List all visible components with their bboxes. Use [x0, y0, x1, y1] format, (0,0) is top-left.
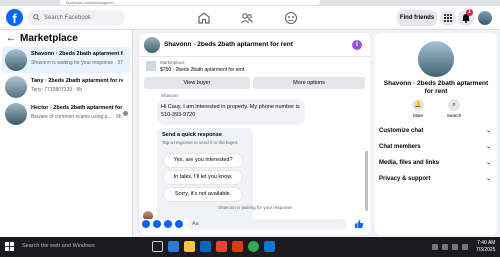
top-navigation: f Search Facebook Find friends 1: [0, 6, 500, 30]
tray-icon[interactable]: [432, 244, 438, 250]
address-bar[interactable]: facebook.com/messages/t/...: [60, 0, 320, 5]
more-options-button[interactable]: More options: [253, 77, 365, 89]
privacy-support-row[interactable]: Privacy & support ⌄: [379, 172, 493, 186]
customize-chat-row[interactable]: Customize chat ⌄: [379, 124, 493, 138]
profile-avatar[interactable]: [478, 11, 492, 25]
chevron-down-icon: ⌄: [485, 144, 491, 150]
date: 7/3/2025: [476, 247, 496, 253]
scrollbar[interactable]: [365, 151, 368, 211]
sidebar-header: ← Marketplace: [6, 33, 78, 44]
search-input[interactable]: Search Facebook: [27, 10, 125, 26]
windows-start-icon[interactable]: [5, 242, 14, 251]
plus-icon[interactable]: [142, 220, 150, 228]
chat-members-row[interactable]: Chat members ⌄: [379, 140, 493, 154]
conversation-preview: Shavonn is waiting for your response · 3…: [31, 60, 123, 66]
menu-button[interactable]: [440, 10, 456, 26]
search-button[interactable]: ⌕ Search: [445, 99, 463, 118]
conversation-details: Shavonn · 2beds 2bath aptarment for rent…: [375, 33, 497, 235]
chrome-icon[interactable]: [216, 241, 227, 252]
avatar: [5, 76, 27, 98]
chevron-down-icon: ⌄: [485, 176, 491, 182]
clock[interactable]: 7:40 AM 7/3/2025: [476, 240, 495, 254]
listing-thumbnail: [146, 61, 156, 71]
grid-icon: [444, 14, 452, 22]
quick-response-option[interactable]: In talks. I'll let you know.: [164, 171, 242, 184]
task-view-icon[interactable]: [152, 241, 163, 252]
sidebar-title: Marketplace: [20, 33, 78, 44]
search-icon: [33, 14, 40, 21]
conversation-title: Shavonn · 2beds 2bath aptarment for rent: [31, 51, 123, 57]
waiting-status: Shavonn is waiting for your response: [218, 205, 292, 210]
chevron-down-icon: ⌄: [485, 128, 491, 134]
section-label: Media, files and links: [379, 160, 440, 166]
image-icon[interactable]: [153, 220, 161, 228]
search-placeholder: Search Facebook: [44, 15, 92, 21]
chevron-down-icon: ⌄: [485, 160, 491, 166]
time: 7:40 AM: [477, 240, 496, 246]
avatar[interactable]: [144, 37, 160, 53]
message-list: Shavonn Hi Cauy, I am interested in prop…: [139, 91, 371, 219]
sticker-icon[interactable]: [164, 220, 172, 228]
avatar: [5, 103, 27, 125]
chat-panel: Shavonn · 2beds 2bath aptarment for rent…: [139, 33, 371, 235]
bell-icon: 🔔: [412, 99, 424, 111]
conversation-preview: Beware of common scams using p... · 9h: [31, 114, 122, 120]
conversation-title: Hector · 2beds 2bath aptarment for ...: [31, 105, 123, 111]
media-files-row[interactable]: Media, files and links ⌄: [379, 156, 493, 170]
listing-detail: $750 · 2beds 2bath aptarment for rent: [160, 67, 245, 73]
taskbar-search[interactable]: Search the web and Windows: [22, 242, 95, 251]
volume-icon[interactable]: [452, 244, 458, 250]
chrome-profile-icon[interactable]: [248, 241, 259, 252]
conversation-preview: Tany: 7713807339 · 8h: [31, 87, 83, 93]
chat-title[interactable]: Shavonn · 2beds 2bath aptarment for rent: [164, 41, 293, 48]
quick-response-option[interactable]: Yes, are you interested?: [164, 154, 242, 167]
avatar[interactable]: [418, 41, 454, 77]
store-icon[interactable]: [200, 241, 211, 252]
folder-icon[interactable]: [184, 241, 195, 252]
chat-header: Shavonn · 2beds 2bath aptarment for rent…: [139, 33, 371, 57]
quick-response-subtitle: Tap a response to send it to the buyer.: [162, 140, 239, 145]
info-icon[interactable]: i: [352, 40, 362, 50]
notification-badge: 1: [466, 9, 473, 16]
like-icon[interactable]: [354, 219, 364, 229]
view-buyer-button[interactable]: View buyer: [144, 77, 250, 89]
conversation-item[interactable]: Tany · 2beds 2bath aptarment for rent Ta…: [2, 74, 130, 100]
sender-name: Shavonn: [161, 93, 179, 98]
conversation-title: Tany · 2beds 2bath aptarment for rent: [31, 78, 123, 84]
search-label: Search: [446, 113, 462, 118]
friends-icon[interactable]: [240, 11, 254, 25]
find-friends-button[interactable]: Find friends: [397, 10, 437, 26]
unread-dot: [123, 111, 128, 116]
composer: Aa: [139, 216, 371, 235]
gif-icon[interactable]: [175, 220, 183, 228]
conversation-item[interactable]: Shavonn · 2beds 2bath aptarment for rent…: [2, 47, 130, 73]
message-bubble: Hi Cauy, I am interested in property. My…: [157, 99, 305, 125]
section-label: Chat members: [379, 144, 421, 150]
keyboard-icon[interactable]: [462, 244, 468, 250]
conversation-item[interactable]: Hector · 2beds 2bath aptarment for ... B…: [2, 101, 130, 127]
marketplace-sidebar: ← Marketplace Shavonn · 2beds 2bath aptar…: [0, 30, 133, 237]
mute-button[interactable]: 🔔 Mute: [409, 99, 427, 118]
edge-icon[interactable]: [168, 241, 179, 252]
details-name: Shavonn · 2beds 2bath aptarment for rent: [383, 80, 489, 95]
home-icon[interactable]: [197, 11, 211, 25]
listing-label: Marketplace: [160, 60, 185, 65]
windows-taskbar: Search the web and Windows 7:40 AM 7/3/20…: [0, 237, 500, 257]
search-icon: ⌕: [448, 99, 460, 111]
quick-response-option[interactable]: Sorry, it's not available.: [164, 188, 242, 201]
groups-icon[interactable]: [284, 11, 298, 25]
facebook-logo[interactable]: f: [6, 9, 23, 26]
network-icon[interactable]: [442, 244, 448, 250]
mute-label: Mute: [412, 113, 423, 118]
quick-response-title: Send a quick response: [162, 132, 222, 138]
back-arrow-icon[interactable]: ←: [6, 33, 16, 44]
message-input[interactable]: Aa: [187, 219, 347, 230]
avatar: [5, 49, 27, 71]
section-label: Privacy & support: [379, 176, 431, 182]
app-icon[interactable]: [264, 241, 275, 252]
section-label: Customize chat: [379, 128, 424, 134]
listing-card[interactable]: Marketplace $750 · 2beds 2bath aptarment…: [144, 59, 366, 76]
office-icon[interactable]: [232, 241, 243, 252]
